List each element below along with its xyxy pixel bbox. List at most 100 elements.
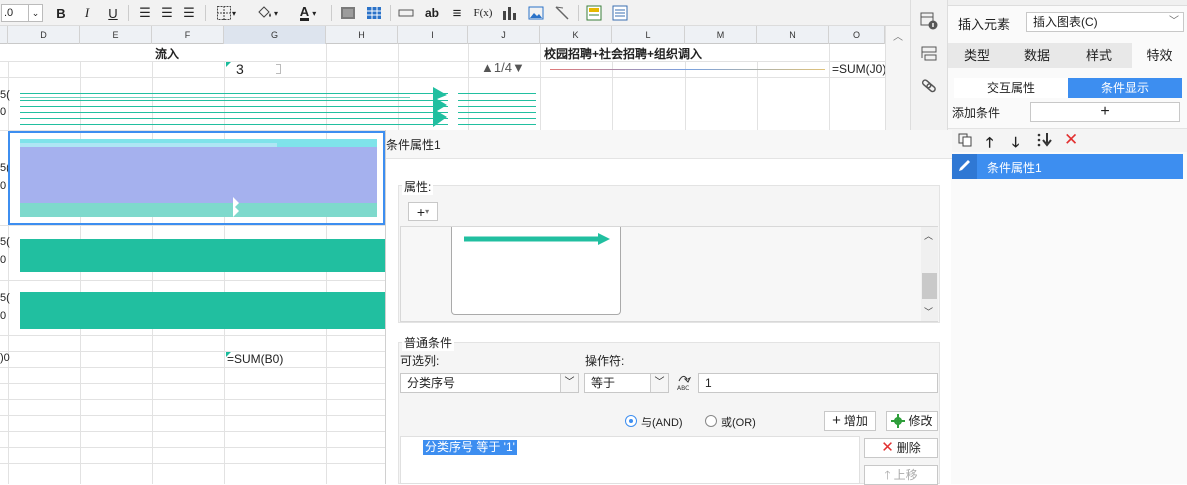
vertical-scrollbar[interactable]: ︿ [885,26,910,130]
chevron-down-icon: ﹀ [1169,16,1179,27]
column-header-h[interactable]: H [326,26,398,44]
bar-chart-icon[interactable] [500,3,518,23]
column-header-e[interactable]: E [80,26,152,44]
condition-item-label: 条件属性1 [987,161,1042,175]
right-properties-panel: 插入元素 插入图表(C) ﹀ 类型 数据 样式 特效 交互属性 条件显示 添加条… [948,0,1187,484]
green-bar-2[interactable] [20,292,385,329]
cell-g-formula: =SUM(B0) [227,352,284,366]
fill-color-icon[interactable]: ▾ [250,3,284,23]
and-radio[interactable] [625,415,637,427]
italic-button[interactable]: I [78,3,96,23]
condition-list-item[interactable]: 条件属性1 [952,154,1183,179]
column-header-l[interactable]: L [612,26,685,44]
line-chart-thumbnail[interactable] [20,87,448,127]
border-icon[interactable]: ▾ [211,3,241,23]
condition-expression[interactable]: 分类序号 等于 '1' [423,440,517,455]
widget-info-icon[interactable] [920,12,938,33]
chevron-down-icon: ⌄ [29,4,43,22]
arrow-up-icon[interactable]: 🡑 [986,132,993,156]
green-bar-1[interactable] [20,239,385,272]
dialog-title: 条件属性1 [386,138,441,152]
property-scrollbar[interactable]: ︿ ﹀ [921,227,938,321]
delete-icon[interactable]: ✕ [1064,130,1078,150]
edit-icon[interactable] [952,154,977,179]
property-preview-area: ︿ ﹀ [400,226,938,322]
layers-icon[interactable] [920,44,938,65]
inflow-header: 流入 [154,47,179,61]
form-icon[interactable] [610,3,630,23]
merge-cells-icon[interactable] [338,3,358,23]
condition-value-input[interactable]: 1 [698,373,938,393]
page-indicator[interactable]: ▲1/4▼ [481,60,525,75]
operator-select[interactable]: 等于 ﹀ [584,373,669,393]
chevron-down-icon[interactable]: ﹀ [924,305,933,318]
insert-element-label: 插入元素 [958,17,1011,32]
underline-button[interactable]: U [104,3,122,23]
chevron-down-icon: ﹀ [560,374,578,392]
optional-column-label: 可选列: [400,354,440,368]
chevron-up-icon[interactable]: ︿ [893,28,903,43]
font-size-select[interactable]: .0 ⌄ [0,3,44,23]
move-bottom-icon[interactable] [1036,132,1054,151]
optional-column-select[interactable]: 分类序号 ﹀ [400,373,579,393]
text-tool-button[interactable]: ab [422,3,442,23]
textbox-icon[interactable] [396,3,416,23]
report-icon[interactable] [584,3,604,23]
align-left-icon[interactable]: ☰ [136,3,154,23]
column-header-n[interactable]: N [757,26,829,44]
table-icon[interactable] [364,3,384,23]
column-header-g[interactable]: G [224,26,326,44]
or-radio[interactable] [705,415,717,427]
copy-icon[interactable] [958,133,972,150]
operator-label: 操作符: [585,354,625,368]
column-header-m[interactable]: M [685,26,757,44]
column-header-d[interactable]: D [8,26,80,44]
tab-effects[interactable]: 特效 [1132,43,1187,68]
common-conditions-label: 普通条件 [402,334,455,351]
column-header-f[interactable]: F [152,26,224,44]
add-property-button[interactable]: + ▾ [408,202,438,221]
property-preview-card [451,227,621,315]
tab-data[interactable]: 数据 [1006,43,1068,68]
image-icon[interactable] [526,3,546,23]
plus-icon: + [832,412,841,429]
column-header-k[interactable]: K [540,26,612,44]
selected-chart-cell[interactable] [8,131,385,225]
formula-tool-button[interactable]: F(x) [472,3,494,23]
tab-interaction-properties[interactable]: 交互属性 [954,78,1068,98]
chevron-up-icon[interactable]: ︿ [924,229,933,242]
close-icon: ✕ [881,439,894,456]
bold-button[interactable]: B [52,3,70,23]
tab-type[interactable]: 类型 [948,43,1006,68]
chart-bar [20,147,377,203]
column-header-j[interactable]: J [468,26,540,44]
condition-attribute-dialog: 条件属性1 属性: + ▾ ︿ ﹀ 普通条件 可选列: 操作符: 分类序号 ﹀ 等… [385,130,952,485]
font-size-value: .0 [1,4,29,22]
insert-chart-select[interactable]: 插入图表(C) ﹀ [1026,12,1184,32]
column-header: D E F G H I J K L M N O [0,26,885,44]
tab-style[interactable]: 样式 [1068,43,1130,68]
add-condition-button[interactable]: + [1030,102,1180,122]
tab-conditional-display[interactable]: 条件显示 [1068,78,1182,98]
font-color-icon[interactable]: A ▾ [292,3,324,23]
gear-icon [891,414,906,428]
move-up-button[interactable]: 🡑 上移 [864,465,938,485]
delete-button[interactable]: ✕ 删除 [864,438,938,458]
value-type-icon[interactable]: ABC [675,372,695,395]
link-icon[interactable] [920,76,938,97]
slash-icon[interactable] [552,3,572,23]
condition-list[interactable]: 分类序号 等于 '1' [400,436,860,484]
properties-label: 属性: [402,178,434,195]
chevron-down-icon: ﹀ [650,374,668,392]
arrow-up-icon: 🡑 [884,468,891,482]
modify-button[interactable]: 修改 [886,411,938,431]
paragraph-icon[interactable]: ≡ [448,3,466,23]
align-right-icon[interactable]: ☰ [180,3,198,23]
column-header-o[interactable]: O [829,26,885,44]
arrow-down-icon[interactable]: 🡓 [1012,132,1019,156]
toolbar: .0 ⌄ B I U ☰ ☰ ☰ ▾ ▾ A ▾ ab ≡ F(x) [0,0,910,26]
align-center-icon[interactable]: ☰ [158,3,176,23]
column-header-i[interactable]: I [398,26,468,44]
add-button[interactable]: + 增加 [824,411,876,431]
svg-text:ABC: ABC [677,385,689,392]
